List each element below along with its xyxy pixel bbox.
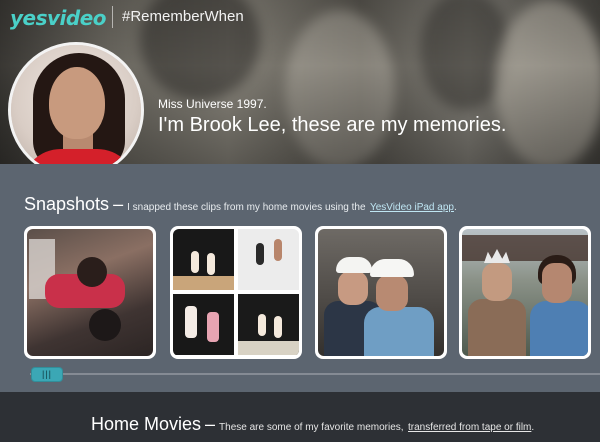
snapshot-thumbnail[interactable] (24, 226, 156, 359)
hero-subtitle: Miss Universe 1997. (158, 97, 267, 111)
home-movies-dash: – (205, 414, 216, 434)
hero-title: I'm Brook Lee, these are my memories. (158, 114, 507, 136)
yesvideo-logo[interactable]: yesvideo (10, 6, 107, 30)
home-movies-title: Home Movies (91, 414, 202, 434)
snapshots-title: Snapshots (24, 194, 110, 214)
hero-banner: yesvideo #RememberWhen Miss Universe 199… (0, 0, 600, 164)
snapshot-thumbnail[interactable] (459, 226, 591, 359)
profile-avatar (8, 42, 144, 164)
snapshot-thumbnail[interactable] (170, 226, 302, 359)
snapshot-thumbnail[interactable] (315, 226, 447, 359)
header-divider (112, 6, 113, 28)
home-movies-period: . (531, 422, 535, 433)
home-movies-section: Home Movies – These are some of my favorit… (0, 392, 600, 442)
carousel-scroll-track[interactable] (30, 373, 600, 375)
snapshot-image (173, 229, 299, 356)
snapshots-description: I snapped these clips from my home movie… (127, 202, 366, 213)
transfer-link[interactable]: transferred from tape or film (408, 422, 531, 433)
snapshot-image (318, 229, 444, 356)
snapshot-image (462, 229, 588, 356)
carousel-scroll-handle[interactable]: ||| (31, 367, 63, 382)
snapshot-image (27, 229, 153, 356)
ipad-app-link[interactable]: YesVideo iPad app (370, 202, 454, 213)
snapshots-heading: Snapshots – I snapped these clips from my … (24, 194, 457, 215)
snapshots-period: . (453, 202, 457, 213)
snapshots-dash: – (113, 194, 124, 214)
home-movies-description: These are some of my favorite memories, (219, 422, 404, 433)
home-movies-heading: Home Movies – These are some of my favorit… (91, 414, 534, 435)
hashtag-label: #RememberWhen (122, 8, 244, 25)
